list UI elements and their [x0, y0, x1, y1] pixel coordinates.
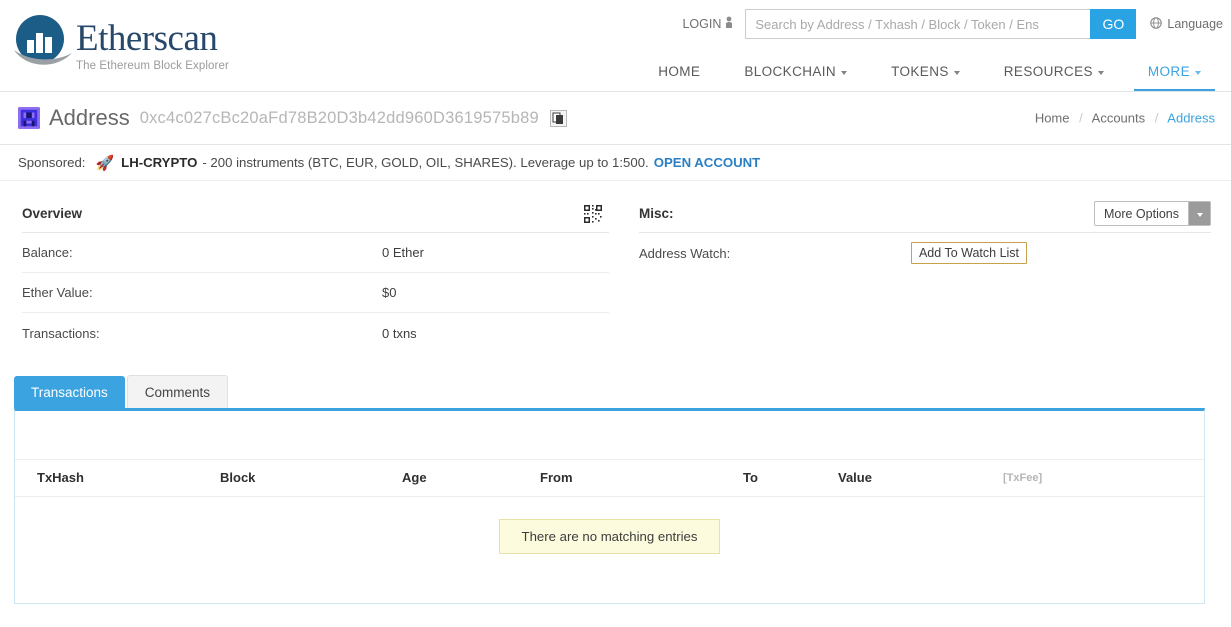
copy-icon[interactable]	[550, 109, 568, 127]
tab-transactions[interactable]: Transactions	[14, 376, 125, 408]
more-options-label: More Options	[1103, 206, 1179, 221]
globe-icon	[1150, 16, 1163, 32]
nav-item-home[interactable]: HOME	[636, 64, 722, 92]
header-utilities: LOGIN GO Language	[682, 9, 1223, 39]
open-account-link[interactable]: OPEN ACCOUNT	[654, 155, 760, 170]
breadcrumb-home[interactable]: Home	[1035, 111, 1070, 126]
login-link[interactable]: LOGIN	[682, 16, 733, 32]
nav-label-resources: RESOURCES	[1003, 64, 1093, 79]
address-hash: 0xc4c027cBc20aFd78B20D3b42dd960D3619575b…	[139, 108, 539, 127]
breadcrumb-accounts[interactable]: Accounts	[1092, 111, 1145, 126]
nav-label-home: HOME	[658, 64, 701, 79]
misc-header: Misc: More Options	[638, 195, 1211, 233]
chevron-down-icon	[953, 70, 960, 75]
language-label: Language	[1167, 17, 1223, 31]
logo-title: Etherscan	[76, 18, 218, 59]
overview-title: Overview	[22, 206, 83, 221]
nav-label-blockchain: BLOCKCHAIN	[744, 64, 837, 79]
search-input[interactable]	[745, 9, 1091, 39]
transactions-value: 0 txns	[382, 325, 417, 341]
breadcrumb-separator: /	[1154, 110, 1159, 126]
column-header-value[interactable]: Value	[838, 459, 1003, 497]
column-header-txhash[interactable]: TxHash	[15, 459, 220, 497]
sponsored-banner: Sponsored: 🚀 LH-CRYPTO - 200 instruments…	[0, 145, 1231, 181]
misc-title: Misc:	[638, 206, 674, 221]
table-row: Transactions: 0 txns	[22, 313, 609, 353]
balance-label: Balance:	[22, 245, 73, 260]
balance-value: 0 Ether	[382, 245, 424, 260]
ether-value-value: $0	[382, 285, 397, 300]
breadcrumb-current[interactable]: Address	[1167, 111, 1215, 126]
column-header-to[interactable]: To	[743, 459, 838, 497]
nav-item-blockchain[interactable]: BLOCKCHAIN	[722, 64, 869, 92]
nav-item-tokens[interactable]: TOKENS	[869, 64, 982, 92]
user-icon	[725, 16, 733, 32]
column-header-block[interactable]: Block	[220, 459, 402, 497]
site-logo[interactable]: Etherscan The Ethereum Block Explorer	[10, 12, 229, 76]
main-navigation: HOME BLOCKCHAIN TOKENS RESOURCES MORE	[636, 52, 1223, 92]
table-header-row: TxHash Block Age From To Value [TxFee]	[15, 459, 1204, 497]
page-title: Address	[49, 105, 130, 130]
nav-item-more[interactable]: MORE	[1126, 64, 1223, 92]
chevron-down-icon	[1097, 70, 1104, 75]
table-row: Balance: 0 Ether	[22, 233, 609, 273]
sponsored-advertiser[interactable]: LH-CRYPTO	[121, 155, 197, 170]
overview-panel: Overview Balance: 0 Ether Ether Value: $…	[22, 195, 609, 353]
nav-label-tokens: TOKENS	[891, 64, 949, 79]
transactions-label: Transactions:	[22, 325, 100, 341]
summary-panels: Overview Balance: 0 Ether Ether Value: $…	[0, 181, 1231, 353]
sponsored-text: - 200 instruments (BTC, EUR, GOLD, OIL, …	[202, 155, 649, 170]
transactions-table: TxHash Block Age From To Value [TxFee]	[15, 459, 1204, 497]
sponsored-label: Sponsored:	[18, 155, 86, 170]
login-label: LOGIN	[682, 17, 722, 31]
column-header-age[interactable]: Age	[402, 459, 540, 497]
misc-panel: Misc: More Options Address Watch: Add To…	[638, 195, 1211, 353]
language-selector[interactable]: Language	[1150, 16, 1223, 32]
transactions-panel: TxHash Block Age From To Value [TxFee] T…	[14, 408, 1205, 604]
column-header-from[interactable]: From	[540, 459, 743, 497]
nav-label-more: MORE	[1147, 64, 1190, 79]
logo-tagline: The Ethereum Block Explorer	[76, 60, 229, 72]
address-bar: Address 0xc4c027cBc20aFd78B20D3b42dd960D…	[0, 92, 1231, 145]
chevron-down-icon[interactable]	[1188, 202, 1210, 225]
tab-comments[interactable]: Comments	[126, 375, 229, 408]
table-row: Ether Value: $0	[22, 273, 609, 313]
site-header: Etherscan The Ethereum Block Explorer LO…	[0, 0, 1231, 92]
add-to-watch-list-button[interactable]: Add To Watch List	[910, 242, 1028, 264]
rocket-icon: 🚀	[95, 154, 115, 172]
search-go-button[interactable]: GO	[1090, 9, 1137, 39]
chevron-down-icon	[841, 70, 848, 75]
more-options-button[interactable]: More Options	[1093, 201, 1211, 226]
content-tabs: Transactions Comments	[14, 375, 1231, 408]
chevron-down-icon	[1195, 70, 1201, 75]
ether-value-label: Ether Value:	[22, 285, 93, 300]
empty-state: There are no matching entries	[15, 497, 1204, 554]
qr-code-icon[interactable]	[582, 203, 603, 224]
table-row: Address Watch: Add To Watch List	[639, 233, 1211, 273]
nav-item-resources[interactable]: RESOURCES	[982, 64, 1126, 92]
overview-header: Overview	[22, 195, 609, 233]
column-header-txfee[interactable]: [TxFee]	[1003, 459, 1204, 497]
etherscan-logo-icon	[10, 12, 74, 76]
breadcrumb: Home / Accounts / Address	[1035, 111, 1215, 126]
blockie-identicon	[18, 107, 40, 129]
breadcrumb-separator: /	[1079, 110, 1083, 126]
no-entries-message: There are no matching entries	[498, 519, 721, 554]
